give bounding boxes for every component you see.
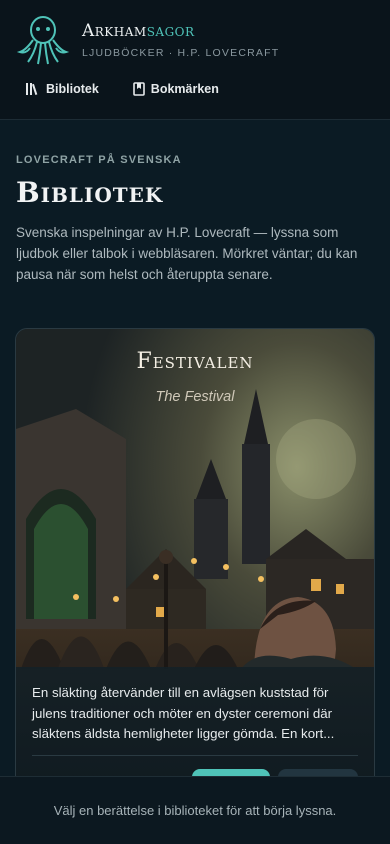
story-card[interactable]: Festivalen The Festival En släkting åter… [15, 328, 375, 788]
library-icon [26, 83, 38, 95]
brand[interactable]: Arkhamsagor Ljudböcker · H.P. Lovecraft [16, 14, 374, 66]
main-nav: Bibliotek Bokmärken [16, 80, 374, 98]
brand-title-main: Arkham [82, 21, 147, 41]
card-subtitle: The Festival [155, 389, 235, 405]
brand-title: Arkhamsagor [82, 21, 279, 41]
card-divider [32, 754, 358, 756]
card-title: Festivalen [136, 349, 254, 374]
eyebrow: Lovecraft på svenska [16, 154, 182, 166]
intro-text: Svenska inspelningar av H.P. Lovecraft —… [16, 225, 358, 282]
cthulhu-logo-icon [16, 16, 70, 65]
nav-library[interactable]: Bibliotek [16, 80, 101, 98]
brand-title-accent: sagor [146, 21, 195, 41]
nav-library-label: Bibliotek [46, 82, 99, 96]
bookmark-icon [132, 82, 145, 96]
app-header: Arkhamsagor Ljudböcker · H.P. Lovecraft … [0, 0, 390, 120]
nav-bookmarks[interactable]: Bokmärken [123, 80, 221, 98]
card-description: En släkting återvänder till en avlägsen … [32, 685, 335, 742]
nav-bookmarks-label: Bokmärken [150, 82, 219, 96]
player-bar: Välj en berättelse i biblioteket för att… [0, 776, 390, 844]
brand-subtitle: Ljudböcker · H.P. Lovecraft [82, 47, 280, 59]
intro-section: Lovecraft på svenska Bibliotek Svenska i… [0, 120, 390, 286]
player-hint: Välj en berättelse i biblioteket för att… [53, 803, 337, 818]
page-title: Bibliotek [16, 176, 164, 209]
card-description-panel: En släkting återvänder till en avlägsen … [16, 667, 374, 787]
